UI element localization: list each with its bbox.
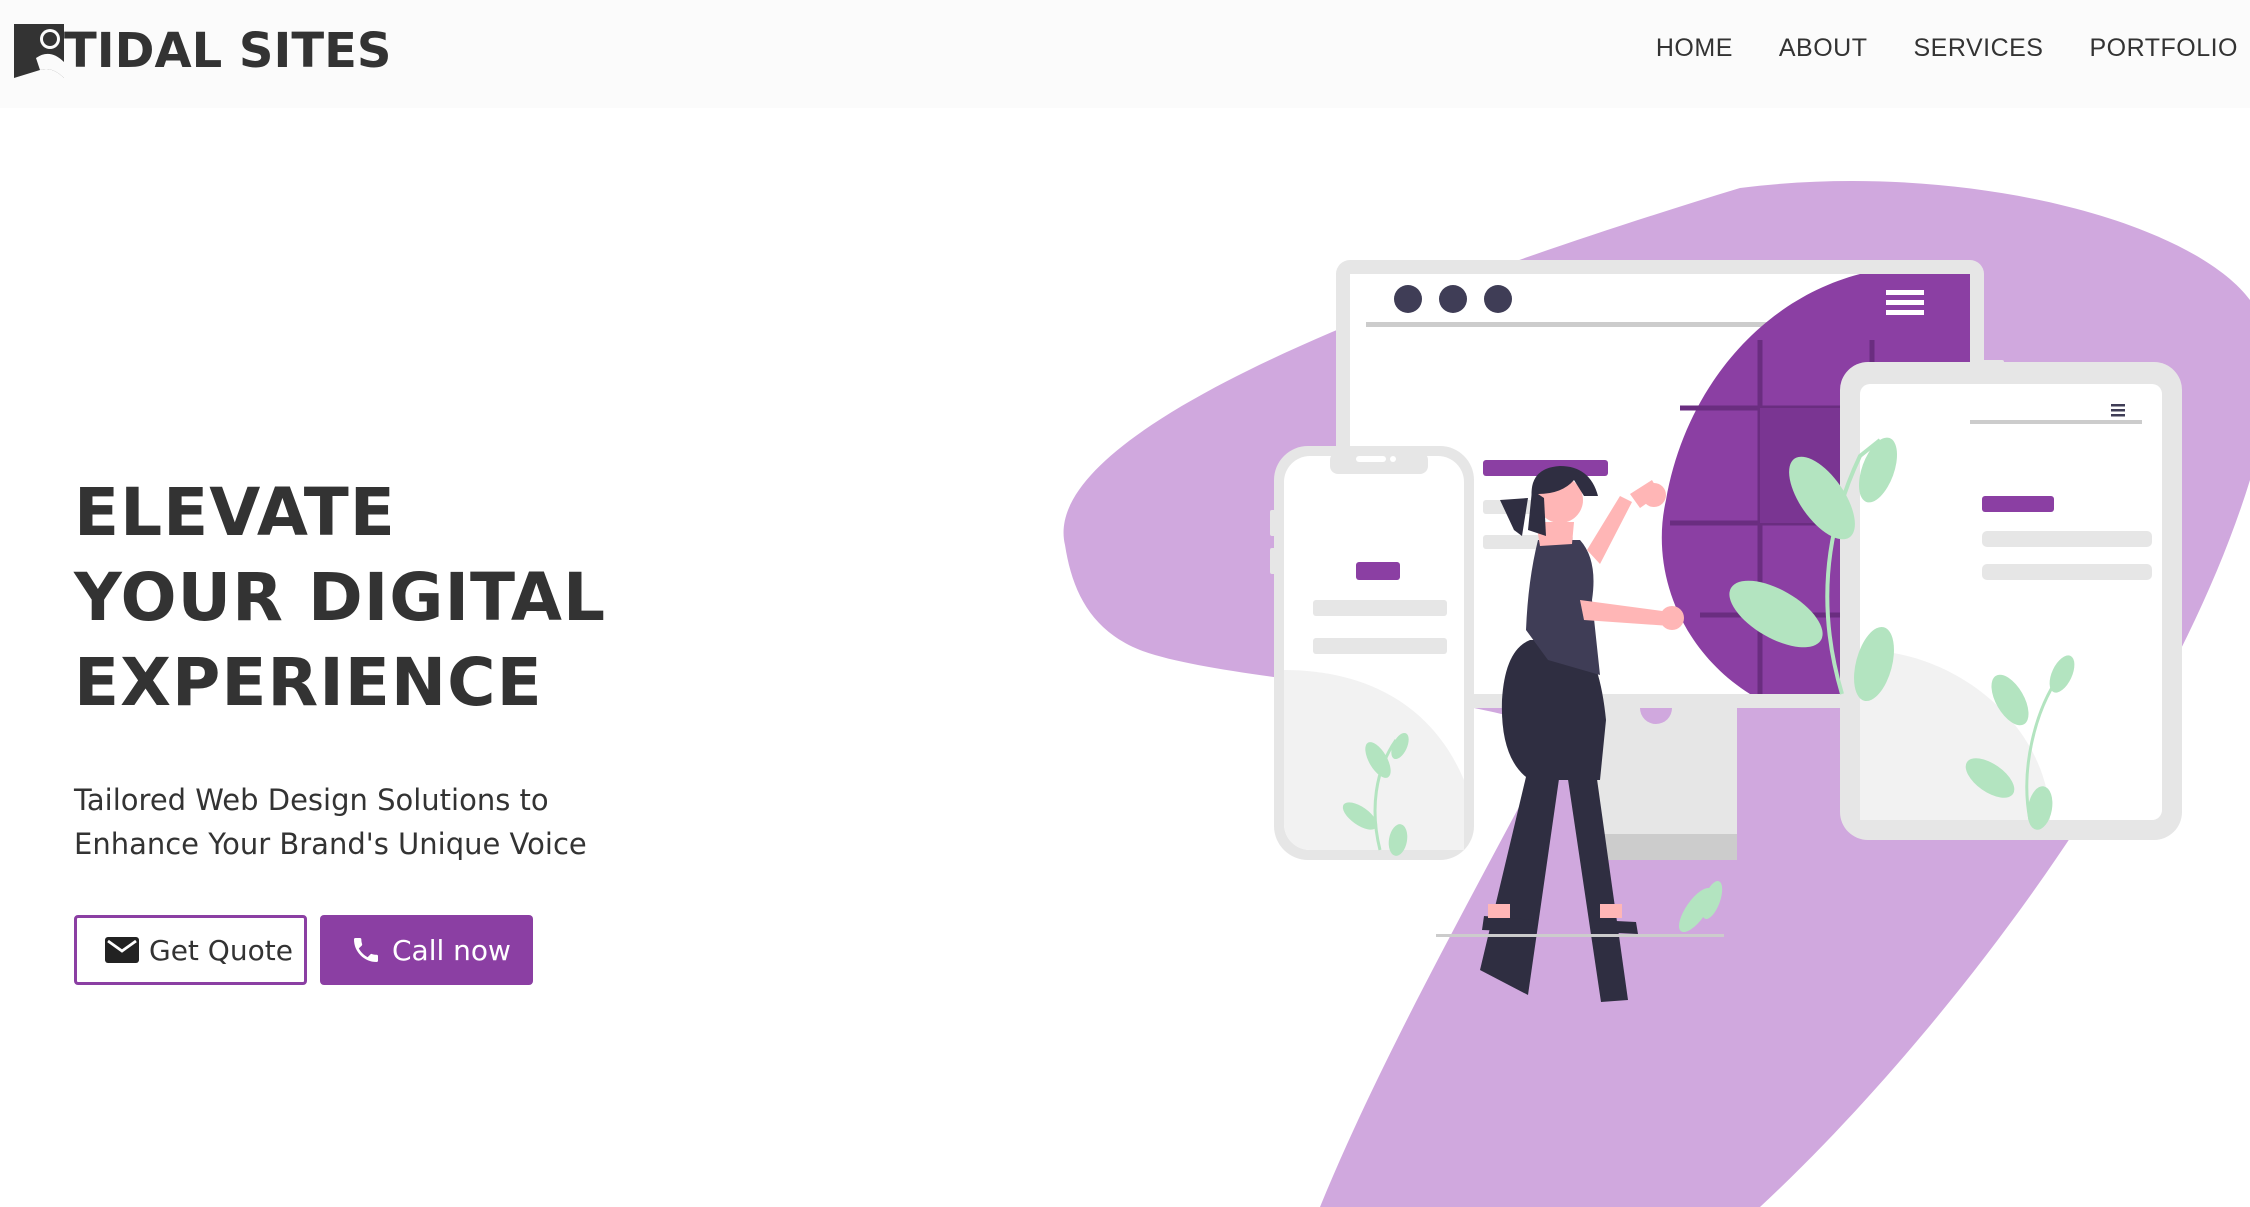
nav-services[interactable]: SERVICES [1914,34,2044,63]
hero-headline: ELEVATE YOUR DIGITAL EXPERIENCE [74,470,694,725]
headline-line-1: ELEVATE [74,474,396,551]
headline-line-2: YOUR DIGITAL [74,559,607,636]
hero-subtitle: Tailored Web Design Solutions to Enhance… [74,778,674,866]
nav-home[interactable]: HOME [1656,34,1733,63]
main-nav: HOME ABOUT SERVICES PORTFOLIO [1656,34,2238,63]
call-now-label: Call now [392,933,511,967]
nav-about[interactable]: ABOUT [1779,34,1868,63]
get-quote-button[interactable]: Get Quote [74,915,307,985]
navbar: TIDAL SITES HOME ABOUT SERVICES PORTFOLI… [0,0,2250,108]
phone-icon [354,938,378,962]
brand-logo[interactable]: TIDAL SITES [12,20,391,82]
ground-line [1436,934,1724,937]
hero-section: ELEVATE YOUR DIGITAL EXPERIENCE Tailored… [74,470,694,895]
hero-illustration [1063,181,2250,1207]
subtitle-line-2: Enhance Your Brand's Unique Voice [74,827,587,861]
nav-portfolio[interactable]: PORTFOLIO [2089,34,2238,63]
hero-buttons: Get Quote Call now [74,915,533,985]
call-now-button[interactable]: Call now [320,915,533,985]
subtitle-line-1: Tailored Web Design Solutions to [74,783,549,817]
brand-name: TIDAL SITES [64,23,392,79]
envelope-icon [105,937,139,963]
get-quote-label: Get Quote [149,933,293,967]
person-wave-logo-icon [14,24,64,78]
headline-line-3: EXPERIENCE [74,644,543,721]
